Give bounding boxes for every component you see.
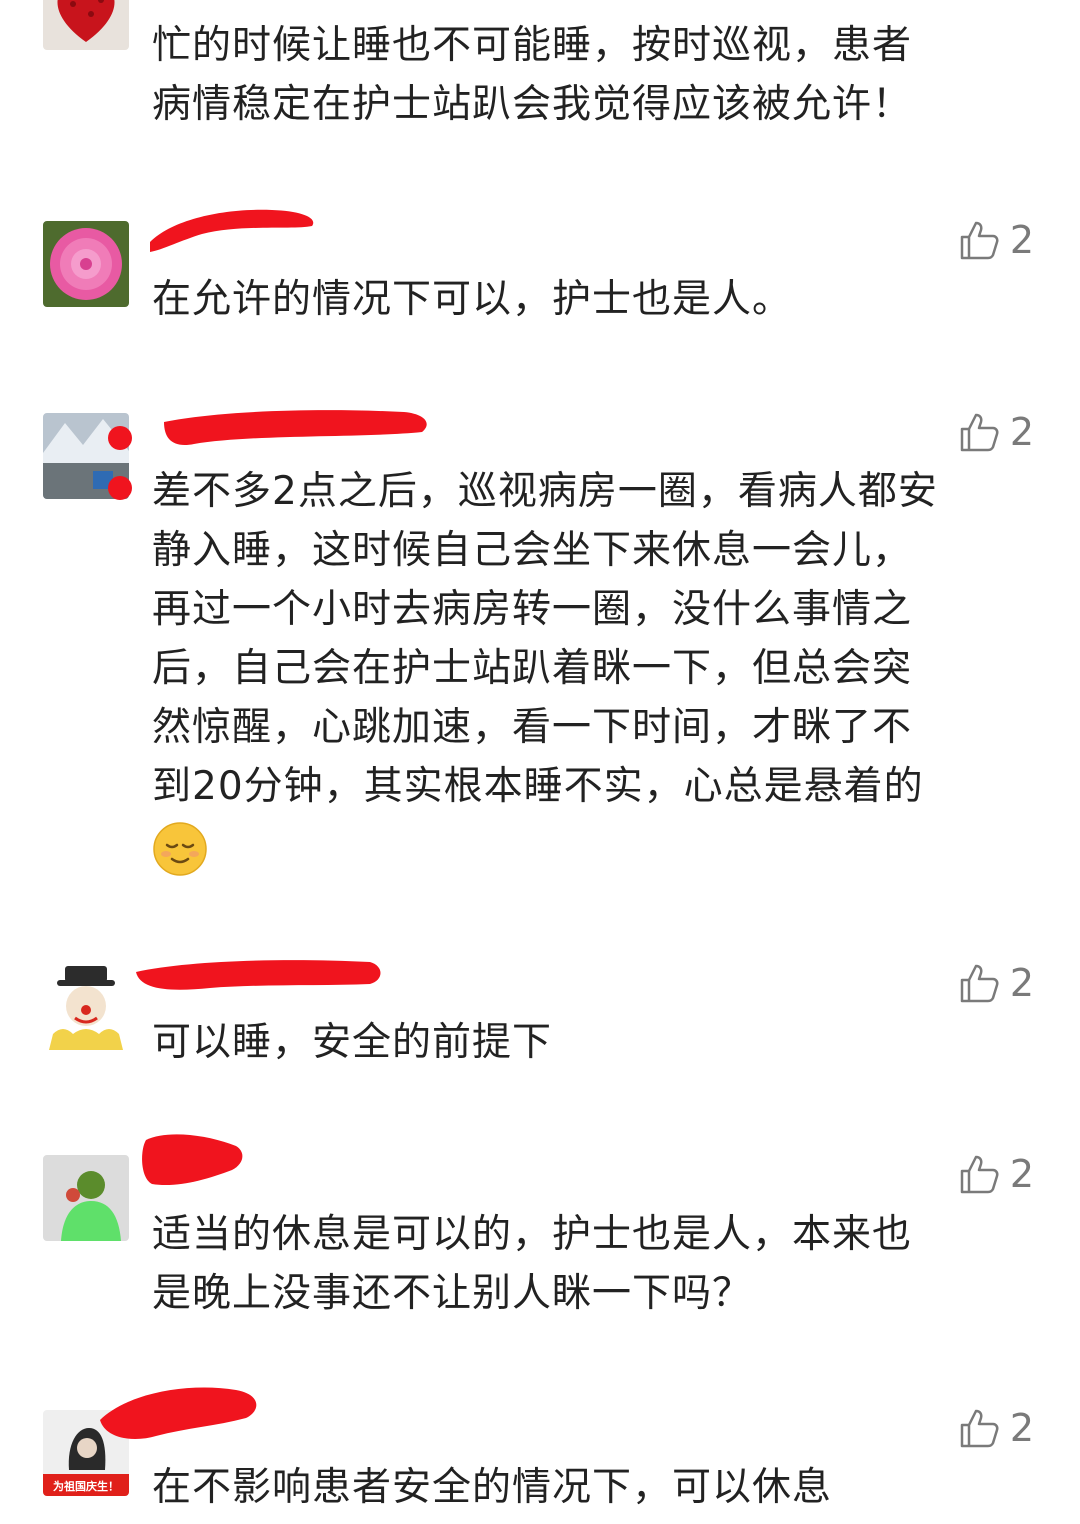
thumbs-up-outline-icon xyxy=(960,964,999,1003)
like-count: 2 xyxy=(1009,218,1034,262)
like-button[interactable]: 2 xyxy=(958,1406,1034,1450)
comment-text: 可以睡，安全的前提下 xyxy=(152,1020,553,1065)
thumbs-up-outline-icon xyxy=(960,221,999,260)
like-count: 2 xyxy=(1009,1406,1034,1450)
like-button[interactable]: 2 xyxy=(958,961,1034,1005)
avatar[interactable] xyxy=(43,221,129,307)
like-button[interactable]: 2 xyxy=(958,1152,1034,1196)
like-count: 2 xyxy=(1009,1152,1034,1196)
redaction-mark xyxy=(100,1387,257,1439)
redaction-mark xyxy=(142,1134,243,1186)
avatar[interactable] xyxy=(43,1155,129,1241)
pensive-smile-emoji xyxy=(153,822,207,876)
like-count: 2 xyxy=(1009,961,1034,1005)
thumbs-up-outline-icon xyxy=(960,1409,999,1448)
comment-text: 在不影响患者安全的情况下，可以休息 xyxy=(152,1465,833,1510)
thumbs-up-outline-icon xyxy=(960,1155,999,1194)
avatar-caption: 为祖国庆生！ xyxy=(53,1480,119,1493)
like-count: 2 xyxy=(1009,410,1034,454)
redaction-mark xyxy=(136,960,381,990)
comment-text: 适当的休息是可以的，护士也是人，本来也 是晚上没事还不让别人眯一下吗？ xyxy=(152,1212,913,1316)
comment-text: 忙的时候让睡也不可能睡，按时巡视，患者 病情稳定在护士站趴会我觉得应该被允许！ xyxy=(152,23,913,127)
avatar[interactable] xyxy=(43,0,129,50)
comment-text: 差不多2点之后，巡视病房一圈，看病人都安 静入睡，这时候自己会坐下来休息一会儿，… xyxy=(152,469,938,809)
redaction-mark xyxy=(150,209,314,252)
avatar[interactable] xyxy=(43,964,129,1050)
like-button[interactable]: 2 xyxy=(958,410,1034,454)
like-button[interactable]: 2 xyxy=(958,218,1034,262)
thumbs-up-outline-icon xyxy=(960,413,999,452)
comment-text: 在允许的情况下可以，护士也是人。 xyxy=(152,277,793,322)
